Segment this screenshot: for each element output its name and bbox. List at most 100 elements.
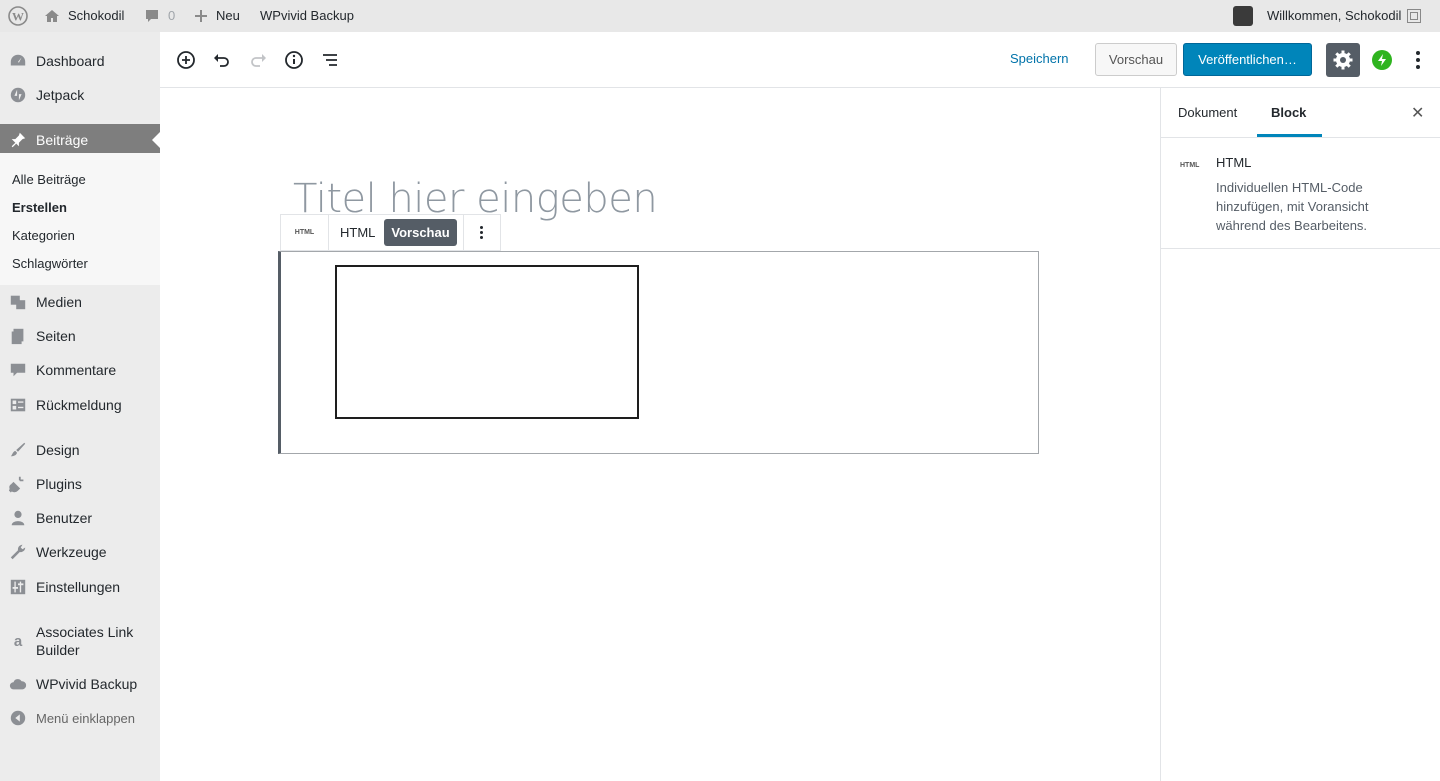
block-card-description: Individuellen HTML-Code hinzufügen, mit …	[1216, 180, 1369, 233]
undo-icon	[214, 54, 229, 67]
more-dot-icon	[480, 226, 484, 229]
sidebar-item-label: Seiten	[36, 328, 76, 344]
sidebar-item-einstellungen[interactable]: Einstellungen	[0, 570, 160, 604]
publish-button[interactable]: Veröffentlichen…	[1183, 43, 1312, 76]
plus-icon	[194, 9, 208, 23]
tab-preview[interactable]: Vorschau	[384, 219, 457, 246]
info-button[interactable]	[282, 48, 306, 72]
editor-canvas: Titel hier eingeben HTML HTML Vorschau	[160, 88, 1160, 781]
sidebar-item-associates-link-builder[interactable]: a Associates Link Builder	[0, 621, 160, 661]
sidebar-item-plugins[interactable]: Plugins	[0, 467, 160, 501]
user-account-menu[interactable]: Willkommen, Schokodil	[1233, 0, 1422, 32]
settings-tabs: Dokument Block ✕	[1161, 88, 1440, 138]
wpvivid-backup-link[interactable]: WPvivid Backup	[260, 0, 354, 32]
undo-button[interactable]	[210, 48, 234, 72]
sidebar-item-jetpack[interactable]: Jetpack	[0, 78, 160, 112]
settings-sidebar: Dokument Block ✕ HTML HTML Individuellen…	[1160, 88, 1440, 781]
collapse-menu-button[interactable]: Menü einklappen	[0, 701, 160, 735]
collapse-icon	[0, 709, 36, 727]
html-preview-frame	[335, 265, 639, 419]
pages-icon	[0, 327, 36, 345]
submenu-all-posts[interactable]: Alle Beiträge	[12, 172, 86, 187]
sidebar-item-wpvivid-backup[interactable]: WPvivid Backup	[0, 667, 160, 701]
sidebar-item-label: Kommentare	[36, 362, 117, 378]
editor-header: Speichern Vorschau Veröffentlichen…	[160, 32, 1440, 88]
tab-html[interactable]: HTML	[333, 219, 382, 246]
user-icon	[0, 509, 36, 527]
sidebar-item-benutzer[interactable]: Benutzer	[0, 501, 160, 535]
html-block-icon: HTML	[1180, 162, 1200, 169]
html-block-icon: HTML	[294, 229, 315, 236]
cloud-icon	[0, 675, 36, 693]
welcome-text: Willkommen, Schokodil	[1267, 8, 1402, 23]
more-dot-icon	[480, 236, 484, 239]
sidebar-item-werkzeuge[interactable]: Werkzeuge	[0, 535, 160, 569]
sidebar-item-medien[interactable]: Medien	[0, 285, 160, 319]
sidebar-item-design[interactable]: Design	[0, 433, 160, 467]
comment-bubble-icon	[144, 8, 160, 24]
tab-block[interactable]: Block	[1271, 105, 1306, 120]
posts-submenu: Alle Beiträge Erstellen Kategorien Schla…	[0, 153, 160, 285]
plus-circle-icon	[177, 51, 195, 69]
sidebar-item-label: Jetpack	[36, 87, 85, 103]
info-icon	[285, 51, 303, 69]
wpvivid-label: WPvivid Backup	[260, 8, 354, 23]
redo-button[interactable]	[246, 48, 270, 72]
more-dot-icon	[1416, 58, 1420, 62]
more-options-button[interactable]	[1410, 49, 1426, 71]
sidebar-item-kommentare[interactable]: Kommentare	[0, 353, 160, 387]
save-draft-button[interactable]: Speichern	[1010, 51, 1069, 66]
html-preview-tabs: HTML Vorschau	[329, 215, 464, 250]
submenu-create[interactable]: Erstellen	[12, 200, 67, 215]
jetpack-button[interactable]	[1372, 50, 1392, 70]
block-toolbar: HTML HTML Vorschau	[280, 214, 501, 251]
more-dot-icon	[1416, 65, 1420, 69]
sidebar-item-label: Plugins	[36, 476, 82, 492]
dashboard-icon	[0, 52, 36, 70]
comments-icon	[0, 361, 36, 379]
sidebar-item-dashboard[interactable]: Dashboard	[0, 44, 160, 78]
jetpack-icon	[0, 86, 36, 104]
more-dot-icon	[1416, 51, 1420, 55]
block-switcher-button[interactable]: HTML	[281, 215, 329, 250]
gear-icon	[1333, 50, 1353, 70]
site-name: Schokodil	[68, 8, 125, 23]
tab-document[interactable]: Dokument	[1178, 105, 1237, 120]
sidebar-item-label: Werkzeuge	[36, 544, 107, 560]
sidebar-item-label: Design	[36, 442, 80, 458]
site-name-link[interactable]: Schokodil	[44, 0, 124, 32]
active-tab-indicator	[1257, 134, 1322, 137]
jetpack-bolt-icon	[1378, 54, 1386, 66]
preview-button[interactable]: Vorschau	[1095, 43, 1177, 76]
add-block-button[interactable]	[174, 48, 198, 72]
home-icon	[44, 8, 60, 24]
new-content-link[interactable]: Neu	[194, 0, 240, 32]
user-square-icon	[1407, 9, 1422, 23]
sidebar-item-label: Rückmeldung	[36, 397, 122, 413]
sidebar-item-label: Medien	[36, 294, 82, 310]
amazon-icon: a	[13, 632, 23, 650]
block-more-options-button[interactable]	[464, 215, 500, 250]
wrench-icon	[0, 543, 36, 561]
sidebar-item-label: Dashboard	[36, 53, 105, 69]
block-card: HTML HTML Individuellen HTML-Code hinzuf…	[1161, 138, 1440, 249]
submenu-categories[interactable]: Kategorien	[12, 228, 75, 243]
sidebar-item-label: Beiträge	[36, 132, 89, 148]
settings-toggle-button[interactable]	[1326, 43, 1360, 77]
wordpress-logo-icon[interactable]: W	[8, 0, 28, 32]
feedback-icon	[0, 396, 36, 414]
admin-bar: W Schokodil 0 Neu WPvivid Backup Willkom…	[0, 0, 1440, 32]
comments-link[interactable]: 0	[144, 0, 175, 32]
submenu-tags[interactable]: Schlagwörter	[12, 256, 88, 271]
plugin-icon	[0, 475, 36, 493]
sidebar-item-rueckmeldung[interactable]: Rückmeldung	[0, 388, 160, 422]
close-icon[interactable]: ✕	[1411, 103, 1424, 123]
block-card-title: HTML	[1216, 155, 1252, 170]
block-navigation-button[interactable]	[318, 48, 342, 72]
sidebar-item-beitraege[interactable]: Beiträge	[0, 124, 160, 156]
sidebar-item-label: Einstellungen	[36, 579, 121, 595]
svg-text:W: W	[12, 10, 24, 24]
redo-icon	[251, 54, 266, 67]
sidebar-item-seiten[interactable]: Seiten	[0, 319, 160, 353]
sidebar-item-label: Menü einklappen	[36, 710, 136, 726]
